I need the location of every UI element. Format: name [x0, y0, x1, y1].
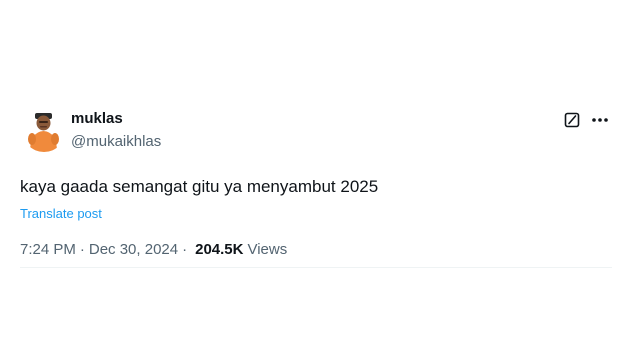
- views-count: 204.5K: [195, 241, 244, 258]
- avatar-image: [22, 108, 66, 152]
- translate-post-link[interactable]: Translate post: [20, 206, 614, 222]
- user-handle[interactable]: @mukaikhlas: [71, 132, 161, 152]
- meta-separator: ·: [182, 241, 188, 258]
- tweet-date[interactable]: Dec 30, 2024: [89, 240, 178, 260]
- more-icon[interactable]: [588, 110, 612, 130]
- grok-icon[interactable]: [564, 112, 580, 128]
- tweet-text: kaya gaada semangat gitu ya menyambut 20…: [20, 177, 379, 196]
- display-name[interactable]: muklas: [71, 110, 161, 128]
- tweet: muklas @mukaikhlas kaya gaada semangat g…: [20, 104, 614, 260]
- tweet-time[interactable]: 7:24 PM: [20, 240, 76, 260]
- header-actions: [564, 110, 612, 130]
- user-names: muklas @mukaikhlas: [71, 110, 161, 152]
- meta-separator: ·: [79, 241, 85, 258]
- avatar[interactable]: [22, 108, 66, 152]
- divider: [20, 267, 612, 268]
- tweet-header: muklas @mukaikhlas: [20, 104, 614, 156]
- tweet-meta: 7:24 PM · Dec 30, 2024 · 204.5K Views: [20, 240, 614, 260]
- views-label: Views: [247, 241, 288, 258]
